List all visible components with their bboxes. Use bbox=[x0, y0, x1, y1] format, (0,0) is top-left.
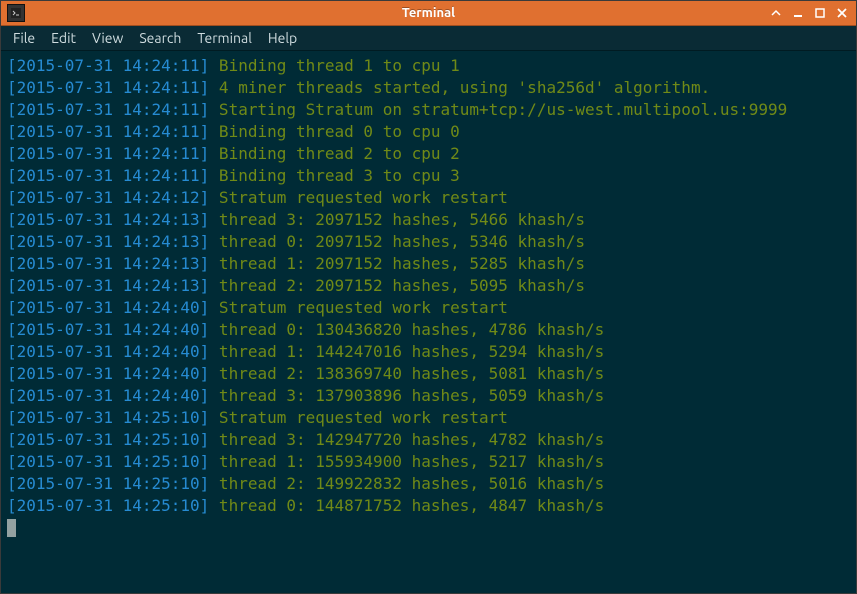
log-timestamp: [2015-07-31 14:24:11] bbox=[7, 122, 209, 141]
log-timestamp: [2015-07-31 14:24:13] bbox=[7, 276, 209, 295]
log-line: [2015-07-31 14:24:40] thread 1: 14424701… bbox=[7, 341, 850, 363]
log-message: Starting Stratum on stratum+tcp://us-wes… bbox=[209, 100, 787, 119]
log-line: [2015-07-31 14:24:13] thread 2: 2097152 … bbox=[7, 275, 850, 297]
log-message: thread 3: 142947720 hashes, 4782 khash/s bbox=[209, 430, 604, 449]
log-line: [2015-07-31 14:24:40] Stratum requested … bbox=[7, 297, 850, 319]
log-message: Stratum requested work restart bbox=[209, 408, 508, 427]
terminal-window: Terminal File Edit View Search Terminal … bbox=[0, 0, 857, 594]
log-line: [2015-07-31 14:24:13] thread 3: 2097152 … bbox=[7, 209, 850, 231]
log-timestamp: [2015-07-31 14:24:11] bbox=[7, 144, 209, 163]
titlebar[interactable]: Terminal bbox=[1, 1, 856, 26]
log-timestamp: [2015-07-31 14:25:10] bbox=[7, 452, 209, 471]
log-line: [2015-07-31 14:24:13] thread 0: 2097152 … bbox=[7, 231, 850, 253]
log-line: [2015-07-31 14:24:11] Binding thread 2 t… bbox=[7, 143, 850, 165]
text-cursor bbox=[7, 519, 16, 537]
menu-edit[interactable]: Edit bbox=[45, 29, 82, 47]
log-line: [2015-07-31 14:25:10] thread 2: 14992283… bbox=[7, 473, 850, 495]
log-line: [2015-07-31 14:24:11] Binding thread 3 t… bbox=[7, 165, 850, 187]
log-message: thread 1: 155934900 hashes, 5217 khash/s bbox=[209, 452, 604, 471]
log-timestamp: [2015-07-31 14:25:10] bbox=[7, 496, 209, 515]
menu-view[interactable]: View bbox=[86, 29, 129, 47]
terminal-app-icon bbox=[7, 4, 25, 22]
log-message: thread 2: 138369740 hashes, 5081 khash/s bbox=[209, 364, 604, 383]
window-title: Terminal bbox=[1, 6, 856, 20]
log-timestamp: [2015-07-31 14:24:40] bbox=[7, 320, 209, 339]
log-message: Binding thread 0 to cpu 0 bbox=[209, 122, 459, 141]
log-line: [2015-07-31 14:25:10] thread 0: 14487175… bbox=[7, 495, 850, 517]
log-message: thread 0: 144871752 hashes, 4847 khash/s bbox=[209, 496, 604, 515]
log-message: Stratum requested work restart bbox=[209, 188, 508, 207]
log-message: thread 1: 2097152 hashes, 5285 khash/s bbox=[209, 254, 585, 273]
log-line: [2015-07-31 14:24:11] Binding thread 1 t… bbox=[7, 55, 850, 77]
log-line: [2015-07-31 14:25:10] thread 1: 15593490… bbox=[7, 451, 850, 473]
menu-search[interactable]: Search bbox=[133, 29, 187, 47]
log-message: thread 0: 130436820 hashes, 4786 khash/s bbox=[209, 320, 604, 339]
log-timestamp: [2015-07-31 14:24:40] bbox=[7, 298, 209, 317]
log-message: thread 3: 2097152 hashes, 5466 khash/s bbox=[209, 210, 585, 229]
log-line: [2015-07-31 14:24:40] thread 0: 13043682… bbox=[7, 319, 850, 341]
rollup-button[interactable] bbox=[766, 4, 786, 22]
log-timestamp: [2015-07-31 14:24:11] bbox=[7, 100, 209, 119]
log-timestamp: [2015-07-31 14:24:12] bbox=[7, 188, 209, 207]
log-line: [2015-07-31 14:24:12] Stratum requested … bbox=[7, 187, 850, 209]
prompt-line bbox=[7, 517, 850, 539]
log-timestamp: [2015-07-31 14:25:10] bbox=[7, 474, 209, 493]
minimize-button[interactable] bbox=[788, 4, 808, 22]
window-controls bbox=[766, 4, 856, 22]
terminal-output[interactable]: [2015-07-31 14:24:11] Binding thread 1 t… bbox=[1, 51, 856, 593]
close-button[interactable] bbox=[832, 4, 852, 22]
log-line: [2015-07-31 14:24:11] 4 miner threads st… bbox=[7, 77, 850, 99]
log-message: Binding thread 3 to cpu 3 bbox=[209, 166, 459, 185]
log-line: [2015-07-31 14:24:40] thread 2: 13836974… bbox=[7, 363, 850, 385]
log-timestamp: [2015-07-31 14:24:11] bbox=[7, 56, 209, 75]
log-timestamp: [2015-07-31 14:24:40] bbox=[7, 364, 209, 383]
log-line: [2015-07-31 14:24:40] thread 3: 13790389… bbox=[7, 385, 850, 407]
log-message: Stratum requested work restart bbox=[209, 298, 508, 317]
log-line: [2015-07-31 14:24:13] thread 1: 2097152 … bbox=[7, 253, 850, 275]
log-timestamp: [2015-07-31 14:24:13] bbox=[7, 210, 209, 229]
menubar: File Edit View Search Terminal Help bbox=[1, 26, 856, 51]
log-line: [2015-07-31 14:24:11] Starting Stratum o… bbox=[7, 99, 850, 121]
log-line: [2015-07-31 14:24:11] Binding thread 0 t… bbox=[7, 121, 850, 143]
log-timestamp: [2015-07-31 14:24:40] bbox=[7, 342, 209, 361]
log-message: thread 0: 2097152 hashes, 5346 khash/s bbox=[209, 232, 585, 251]
menu-file[interactable]: File bbox=[7, 29, 41, 47]
log-message: 4 miner threads started, using 'sha256d'… bbox=[209, 78, 710, 97]
log-message: thread 1: 144247016 hashes, 5294 khash/s bbox=[209, 342, 604, 361]
log-timestamp: [2015-07-31 14:24:13] bbox=[7, 254, 209, 273]
log-message: Binding thread 1 to cpu 1 bbox=[209, 56, 459, 75]
log-line: [2015-07-31 14:25:10] thread 3: 14294772… bbox=[7, 429, 850, 451]
log-timestamp: [2015-07-31 14:25:10] bbox=[7, 430, 209, 449]
log-message: thread 2: 2097152 hashes, 5095 khash/s bbox=[209, 276, 585, 295]
log-timestamp: [2015-07-31 14:24:11] bbox=[7, 166, 209, 185]
log-message: thread 3: 137903896 hashes, 5059 khash/s bbox=[209, 386, 604, 405]
log-timestamp: [2015-07-31 14:24:13] bbox=[7, 232, 209, 251]
log-timestamp: [2015-07-31 14:24:40] bbox=[7, 386, 209, 405]
log-message: Binding thread 2 to cpu 2 bbox=[209, 144, 459, 163]
menu-terminal[interactable]: Terminal bbox=[191, 29, 258, 47]
log-timestamp: [2015-07-31 14:25:10] bbox=[7, 408, 209, 427]
menu-help[interactable]: Help bbox=[262, 29, 303, 47]
log-message: thread 2: 149922832 hashes, 5016 khash/s bbox=[209, 474, 604, 493]
log-timestamp: [2015-07-31 14:24:11] bbox=[7, 78, 209, 97]
log-line: [2015-07-31 14:25:10] Stratum requested … bbox=[7, 407, 850, 429]
maximize-button[interactable] bbox=[810, 4, 830, 22]
